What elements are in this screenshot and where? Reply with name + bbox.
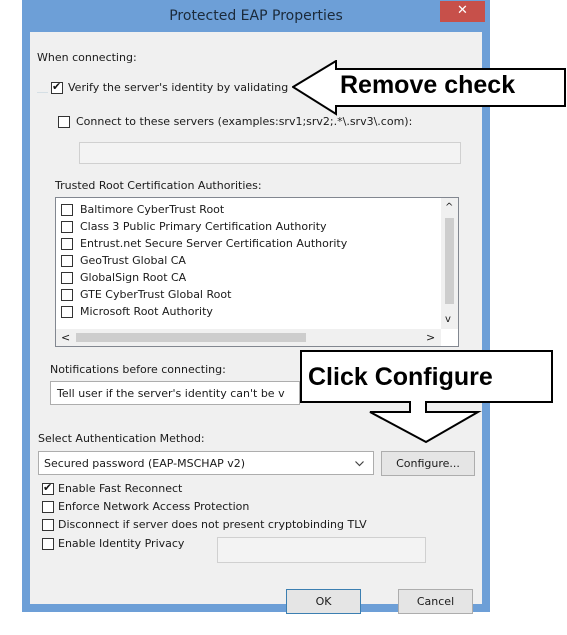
title-bar[interactable]: Protected EAP Properties ✕ [22,0,490,32]
list-item[interactable]: Microsoft Root Authority [60,303,360,320]
scroll-down-icon[interactable]: v [445,314,451,325]
identity-privacy-input[interactable] [217,537,426,563]
scroll-left-icon[interactable]: < [61,331,70,344]
cryptobinding-checkbox[interactable] [42,519,54,531]
close-button[interactable]: ✕ [440,1,485,22]
network-access-protection-checkbox[interactable] [42,501,54,513]
identity-privacy-label: Enable Identity Privacy [58,537,185,550]
list-item[interactable]: Class 3 Public Primary Certification Aut… [60,218,360,235]
trusted-ca-list[interactable]: Baltimore CyberTrust Root Class 3 Public… [55,197,459,347]
list-item-label: GlobalSign Root CA [80,271,187,284]
list-item[interactable]: GeoTrust Global CA [60,252,360,269]
when-connecting-label: When connecting: [37,51,137,64]
list-item-label: GeoTrust Global CA [80,254,186,267]
list-item[interactable]: Baltimore CyberTrust Root [60,201,360,218]
list-item-checkbox[interactable] [61,238,73,250]
notifications-label: Notifications before connecting: [50,363,226,376]
list-item[interactable]: Entrust.net Secure Server Certification … [60,235,360,252]
vertical-scrollbar[interactable]: ^ v [441,198,458,329]
list-item-checkbox[interactable] [61,289,73,301]
network-access-protection-label: Enforce Network Access Protection [58,500,250,513]
servers-input[interactable] [79,142,461,164]
list-item-label: Class 3 Public Primary Certification Aut… [80,220,327,233]
scroll-right-icon[interactable]: > [426,331,435,344]
remove-check-annotation: Remove check [340,71,516,99]
vertical-scroll-thumb[interactable] [445,218,454,304]
dialog-client-area: When connecting: Verify the server's ide… [30,32,482,614]
list-item-checkbox[interactable] [61,204,73,216]
scroll-up-icon[interactable]: ^ [445,202,453,213]
cryptobinding-label: Disconnect if server does not present cr… [58,518,367,531]
verify-server-checkbox[interactable] [51,80,63,94]
list-item-checkbox[interactable] [61,306,73,318]
connect-servers-label: Connect to these servers (examples:srv1;… [76,115,413,128]
list-item-label: Baltimore CyberTrust Root [80,203,225,216]
fast-reconnect-label: Enable Fast Reconnect [58,482,183,495]
horizontal-scroll-thumb[interactable] [76,333,306,342]
list-item-label: Entrust.net Secure Server Certification … [80,237,348,250]
connect-servers-checkbox[interactable] [58,116,70,128]
list-item-checkbox[interactable] [61,221,73,233]
click-configure-annotation: Click Configure [308,363,493,391]
list-item[interactable]: GTE CyberTrust Global Root [60,286,360,303]
list-item[interactable]: GlobalSign Root CA [60,269,360,286]
configure-button[interactable]: Configure... [381,451,475,476]
dialog-title: Protected EAP Properties [169,8,343,24]
fast-reconnect-checkbox[interactable] [42,481,54,495]
notifications-dropdown[interactable]: Tell user if the server's identity can't… [50,381,300,405]
notifications-value: Tell user if the server's identity can't… [57,387,285,400]
list-item-checkbox[interactable] [61,255,73,267]
horizontal-scrollbar[interactable]: < > [56,329,441,346]
cancel-button[interactable]: Cancel [398,589,473,614]
chevron-down-icon [355,461,364,467]
ok-button[interactable]: OK [286,589,361,614]
verify-server-label: Verify the server's identity by validati… [68,81,289,94]
list-item-label: Microsoft Root Authority [80,305,213,318]
verify-server-checkbox-row[interactable]: Verify the server's identity by validati… [48,80,318,96]
auth-method-dropdown[interactable]: Secured password (EAP-MSCHAP v2) [38,451,374,475]
auth-method-label: Select Authentication Method: [38,432,205,445]
close-icon: ✕ [457,3,468,18]
trusted-ca-label: Trusted Root Certification Authorities: [55,179,262,192]
auth-method-value: Secured password (EAP-MSCHAP v2) [44,457,246,470]
identity-privacy-checkbox[interactable] [42,538,54,550]
list-item-checkbox[interactable] [61,272,73,284]
list-item-label: GTE CyberTrust Global Root [80,288,232,301]
